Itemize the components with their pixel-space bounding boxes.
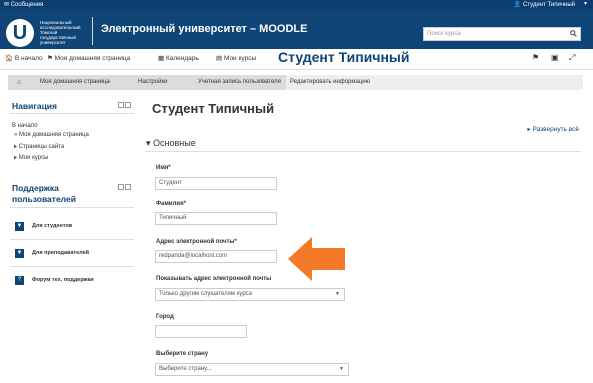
country-selected: Выберите страну... [159,366,212,372]
firstname-label-text: Имя [156,165,169,171]
support-teachers[interactable]: Для преподавателей [32,250,89,256]
showemail-selected: Только другим слушателям курса [159,291,253,297]
logo-divider [92,17,93,45]
navigation-block-title: Навигация [12,101,57,111]
search-placeholder: Поиск курса [427,31,461,37]
profile-title: Студент Типичный [152,101,275,116]
support-collapse-icon[interactable] [125,184,131,190]
block-dock-icon[interactable] [118,102,124,108]
required-marker: * [234,239,237,245]
breadcrumb-dashboard[interactable]: Моя домашняя страница [30,75,136,90]
section-divider [146,151,581,152]
search-icon[interactable] [570,30,577,37]
breadcrumb-edit-profile: Редактировать информацию [290,79,371,85]
messages-label: Сообщения [10,2,44,8]
support-divider [10,207,134,208]
arrow-left-icon [288,237,345,281]
showemail-label: Показывать адрес электронной почты [156,276,272,282]
lastname-field[interactable]: Типичный [155,212,277,225]
country-select[interactable]: Выберите страну... ▼ [155,363,349,376]
nav-tree-site-pages-label: Страницы сайта [18,144,65,150]
fullscreen-icon[interactable]: ⤢ [569,53,575,63]
university-logo[interactable]: U [6,19,34,47]
flag-icon[interactable]: ⚑ [532,53,539,62]
site-title[interactable]: Электронный университет – MOODLE [101,23,307,35]
email-field[interactable]: redpanda@localhost.com [155,250,277,263]
support-dock-icon[interactable] [118,184,124,190]
dropdown-caret-icon: ▼ [339,366,344,372]
breadcrumb-account[interactable]: Учетная запись пользователя [188,75,286,90]
lastname-label: Фамилия* [156,201,186,207]
nav-tree-dashboard-label: Моя домашняя страница [19,132,89,138]
section-general-label: Основные [153,138,196,148]
nav-home[interactable]: 🏠 В начало [5,54,43,62]
nav-tree-home[interactable]: В начало [12,123,38,129]
breadcrumb-settings[interactable]: Настройки [128,75,196,90]
block-divider [10,113,134,114]
home-icon[interactable]: ⌂ [8,75,30,90]
nav-tree-my-courses[interactable]: ▸ Мои курсы [14,154,48,161]
nav-my-courses-label: Мои курсы [223,55,257,62]
nav-tree-site-pages[interactable]: ▸ Страницы сайта [14,143,64,150]
breadcrumb: ⌂ Моя домашняя страница Настройки Учетна… [8,75,583,90]
email-label-text: Адрес электронной почты [156,239,235,245]
chevron-down-icon[interactable]: ▼ [15,249,24,258]
nav-calendar[interactable]: ▦ Календарь [158,54,199,62]
section-general[interactable]: ▾ Основные [146,138,196,149]
block-collapse-icon[interactable] [125,102,131,108]
nav-dashboard[interactable]: ⚑ Моя домашняя страница [47,54,130,62]
dropdown-caret-icon: ▼ [335,291,340,297]
chevron-down-icon[interactable]: ▾ [584,0,587,7]
city-field[interactable] [155,325,247,338]
email-label: Адрес электронной почты* [156,239,237,245]
nav-my-courses[interactable]: ▤ Мои курсы [216,54,256,62]
user-menu[interactable]: 👤 Студент Типичный [514,1,575,8]
support-students[interactable]: Для студентов [32,223,72,229]
city-label: Город [156,314,174,320]
chevron-down-icon[interactable]: ▼ [15,222,24,231]
site-header: U Национальный исследовательский Томский… [0,9,593,49]
logo-caption: Национальный исследовательский Томский г… [40,20,81,45]
nav-dashboard-label: Моя домашняя страница [54,55,131,62]
showemail-select[interactable]: Только другим слушателям курса ▼ [155,288,345,301]
expand-all-link[interactable]: ▸ Развернуть всё [527,125,579,133]
expand-all-label: Развернуть всё [532,126,579,133]
dock-icon[interactable]: ▣ [551,53,559,62]
firstname-field[interactable]: Студент [155,177,277,190]
support-item-divider [10,239,134,240]
country-label: Выберите страну [156,351,209,357]
help-icon[interactable]: ? [15,276,24,285]
support-item-divider [10,266,134,267]
course-search-input[interactable]: Поиск курса [423,27,581,41]
nav-calendar-label: Календарь [165,55,199,62]
support-forum[interactable]: Форум тех. поддержки [32,277,94,283]
required-marker: * [168,165,171,171]
nav-home-label: В начало [14,55,43,62]
messages-link[interactable]: ✉ Сообщения [4,1,43,8]
top-bar: ✉ Сообщения 👤 Студент Типичный ▾ [0,0,593,9]
required-marker: * [183,201,186,207]
support-block-title: Поддержка пользователей [12,183,76,204]
nav-tree-my-courses-label: Мои курсы [18,155,49,161]
firstname-label: Имя* [156,165,171,171]
nav-tree-dashboard[interactable]: » Моя домашняя страница [14,132,89,138]
lastname-label-text: Фамилия [156,201,184,207]
user-name: Студент Типичный [523,2,575,8]
page-header-title: Студент Типичный [278,49,410,65]
